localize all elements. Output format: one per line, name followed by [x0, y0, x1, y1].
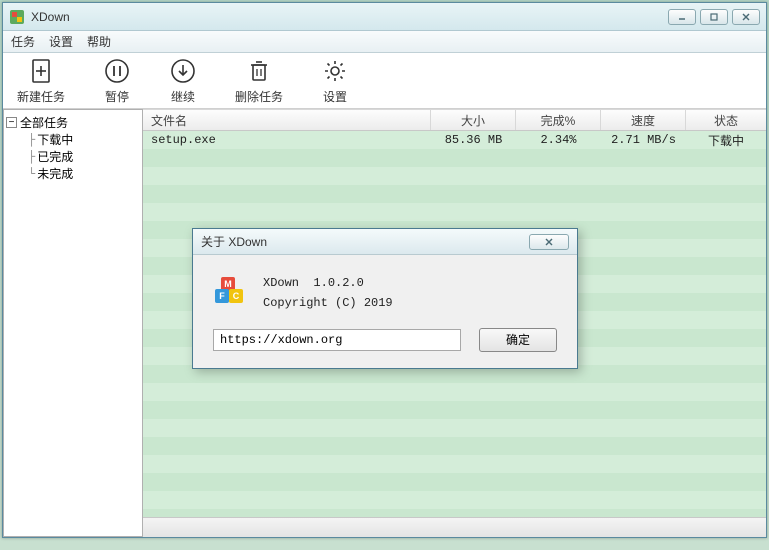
col-header-size[interactable]: 大小 [431, 110, 516, 130]
maximize-button[interactable] [700, 9, 728, 25]
dialog-close-button[interactable] [529, 234, 569, 250]
titlebar: XDown [3, 3, 766, 31]
window-title: XDown [31, 10, 668, 24]
status-bar [143, 517, 766, 537]
new-task-button[interactable]: 新建任务 [17, 57, 65, 105]
col-header-percent[interactable]: 完成% [516, 110, 601, 130]
dialog-titlebar: 关于 XDown [193, 229, 577, 255]
menu-task[interactable]: 任务 [11, 33, 35, 50]
dialog-body: MFC XDown 1.0.2.0 Copyright (C) 2019 [193, 255, 577, 322]
trash-icon [245, 57, 273, 85]
cell-name: setup.exe [143, 131, 431, 149]
toolbar-label: 删除任务 [235, 88, 283, 105]
ok-button[interactable]: 确定 [479, 328, 557, 352]
toolbar-label: 新建任务 [17, 88, 65, 105]
tree-branch-icon: ├ [28, 133, 35, 147]
tree-root-item[interactable]: − 全部任务 [6, 114, 140, 131]
tree-branch-icon: └ [28, 167, 35, 181]
toolbar: 新建任务 暂停 继续 删除任务 设置 [3, 53, 766, 109]
tree-children: ├下载中 ├已完成 └未完成 [6, 131, 140, 182]
toolbar-label: 继续 [171, 88, 195, 105]
download-circle-icon [169, 57, 197, 85]
delete-task-button[interactable]: 删除任务 [235, 57, 283, 105]
app-icon [9, 9, 25, 25]
dialog-footer: https://xdown.org 确定 [193, 322, 577, 352]
toolbar-label: 设置 [323, 88, 347, 105]
tree-root-label: 全部任务 [20, 114, 68, 131]
col-header-status[interactable]: 状态 [686, 110, 766, 130]
close-icon [543, 237, 555, 247]
product-version: 1.0.2.0 [313, 276, 363, 290]
settings-button[interactable]: 设置 [321, 57, 349, 105]
pause-icon [103, 57, 131, 85]
tree-collapse-icon[interactable]: − [6, 117, 17, 128]
menubar: 任务 设置 帮助 [3, 31, 766, 53]
sidebar-tree: − 全部任务 ├下载中 ├已完成 └未完成 [3, 109, 143, 537]
mfc-icon: MFC [213, 273, 249, 314]
file-plus-icon [27, 57, 55, 85]
about-dialog: 关于 XDown MFC XDown 1.0.2.0 Copyright (C)… [192, 228, 578, 369]
cell-status: 下载中 [686, 131, 766, 149]
url-field[interactable]: https://xdown.org [213, 329, 461, 351]
svg-text:M: M [224, 279, 232, 289]
close-button[interactable] [732, 9, 760, 25]
cell-speed: 2.71 MB/s [601, 131, 686, 149]
pause-button[interactable]: 暂停 [103, 57, 131, 105]
dialog-title: 关于 XDown [201, 233, 529, 250]
menu-settings[interactable]: 设置 [49, 33, 73, 50]
tree-item-incomplete[interactable]: └未完成 [28, 165, 140, 182]
cell-percent: 2.34% [516, 131, 601, 149]
copyright-text: Copyright (C) 2019 [263, 293, 393, 313]
tree-item-downloading[interactable]: ├下载中 [28, 131, 140, 148]
table-row[interactable]: setup.exe 85.36 MB 2.34% 2.71 MB/s 下载中 [143, 131, 766, 149]
tree-branch-icon: ├ [28, 150, 35, 164]
product-name: XDown [263, 276, 299, 290]
col-header-speed[interactable]: 速度 [601, 110, 686, 130]
about-info: XDown 1.0.2.0 Copyright (C) 2019 [263, 273, 393, 314]
resume-button[interactable]: 继续 [169, 57, 197, 105]
menu-help[interactable]: 帮助 [87, 33, 111, 50]
toolbar-label: 暂停 [105, 88, 129, 105]
cell-size: 85.36 MB [431, 131, 516, 149]
svg-text:F: F [219, 291, 225, 301]
minimize-button[interactable] [668, 9, 696, 25]
tree-item-completed[interactable]: ├已完成 [28, 148, 140, 165]
col-header-name[interactable]: 文件名 [143, 110, 431, 130]
table-header: 文件名 大小 完成% 速度 状态 [143, 109, 766, 131]
window-controls [668, 9, 760, 25]
svg-text:C: C [233, 291, 240, 301]
gear-icon [321, 57, 349, 85]
